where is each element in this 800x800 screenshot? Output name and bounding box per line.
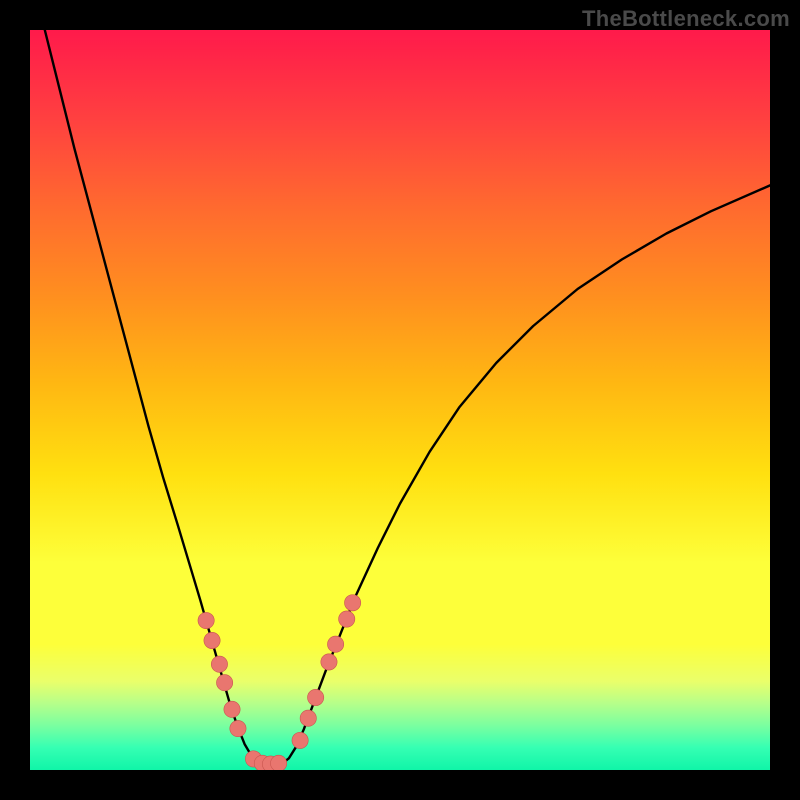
dot-right-0 (292, 732, 308, 748)
data-dots (198, 595, 361, 770)
bottleneck-curve (45, 30, 770, 766)
chart-frame: TheBottleneck.com (0, 0, 800, 800)
curve-overlay (30, 30, 770, 770)
dot-left-2 (211, 656, 227, 672)
dot-left-1 (204, 632, 220, 648)
dot-right-5 (339, 611, 355, 627)
curve-path (45, 30, 770, 766)
dot-left-9 (271, 755, 287, 770)
dot-right-1 (300, 710, 316, 726)
dot-left-3 (216, 675, 232, 691)
dot-left-0 (198, 612, 214, 628)
dot-right-3 (321, 654, 337, 670)
watermark-text: TheBottleneck.com (582, 6, 790, 32)
dot-right-6 (345, 595, 361, 611)
dot-right-4 (327, 636, 343, 652)
plot-area (30, 30, 770, 770)
dot-right-2 (308, 689, 324, 705)
dot-left-5 (230, 720, 246, 736)
dot-left-4 (224, 701, 240, 717)
